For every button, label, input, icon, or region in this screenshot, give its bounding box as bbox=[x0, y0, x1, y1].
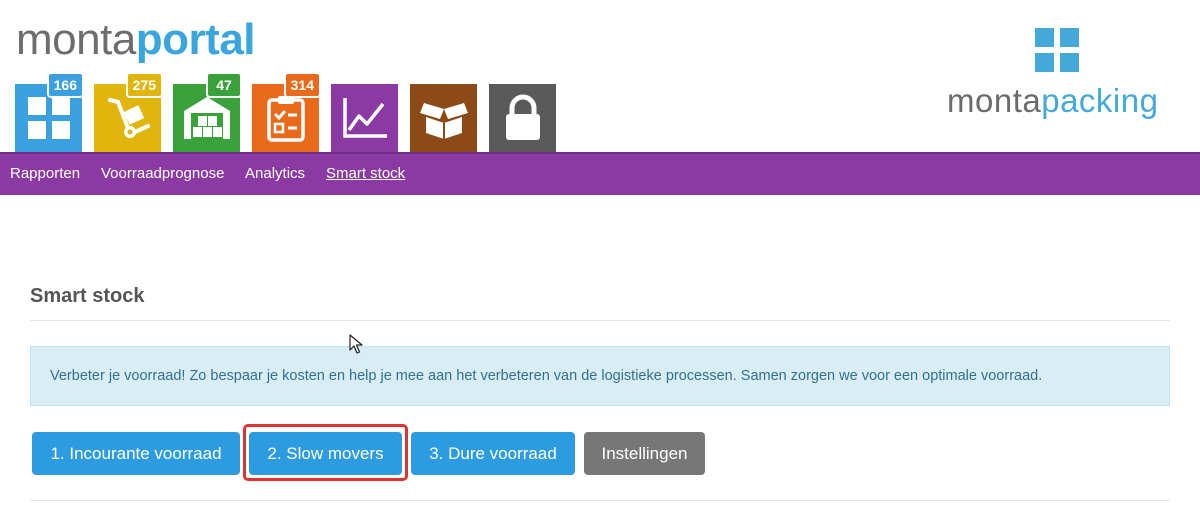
nav-voorraadprognose[interactable]: Voorraadprognose bbox=[101, 165, 224, 182]
brand-text-part1: monta bbox=[947, 82, 1042, 119]
tile-badge: 47 bbox=[206, 72, 242, 98]
montaportal-logo[interactable]: montaportal bbox=[16, 14, 256, 66]
tile-badge: 275 bbox=[125, 72, 163, 98]
brand-squares-icon bbox=[1035, 28, 1083, 76]
nav-analytics[interactable]: Analytics bbox=[245, 165, 305, 182]
montapacking-logo: montapacking bbox=[947, 28, 1172, 128]
highlight-box bbox=[243, 424, 408, 481]
hand-truck-icon bbox=[104, 94, 152, 142]
mouse-cursor-icon bbox=[349, 334, 363, 359]
logo-text-part1: monta bbox=[16, 15, 136, 64]
tile-analytics[interactable] bbox=[331, 84, 398, 152]
tile-shipments[interactable]: 275 bbox=[94, 72, 163, 152]
clipboard-checklist-icon bbox=[266, 94, 306, 142]
tile-orders[interactable]: 314 bbox=[252, 72, 321, 152]
divider bbox=[30, 500, 1170, 501]
tile-account[interactable] bbox=[489, 84, 556, 152]
incourante-voorraad-button[interactable]: 1. Incourante voorraad bbox=[32, 432, 240, 475]
padlock-icon bbox=[503, 94, 543, 142]
open-box-icon bbox=[418, 95, 470, 141]
warehouse-icon bbox=[182, 95, 232, 141]
info-alert: Verbeter je voorraad! Zo bespaar je kost… bbox=[30, 346, 1170, 406]
brand-text-part2: packing bbox=[1041, 82, 1159, 119]
page-title: Smart stock bbox=[30, 285, 145, 307]
nav-smart-stock[interactable]: Smart stock bbox=[326, 165, 405, 182]
dure-voorraad-button[interactable]: 3. Dure voorraad bbox=[411, 432, 575, 475]
nav-rapporten[interactable]: Rapporten bbox=[10, 165, 80, 182]
divider bbox=[30, 320, 1170, 321]
tile-products[interactable] bbox=[410, 84, 477, 152]
sub-navigation: Rapporten Voorraadprognose Analytics Sma… bbox=[0, 152, 1200, 195]
logo-text-part2: portal bbox=[135, 15, 256, 64]
tile-warehouse[interactable]: 47 bbox=[173, 72, 242, 152]
tile-badge: 166 bbox=[46, 72, 84, 98]
tile-badge: 314 bbox=[283, 72, 321, 98]
instellingen-button[interactable]: Instellingen bbox=[584, 432, 705, 475]
line-chart-icon bbox=[341, 96, 389, 140]
tile-dashboard[interactable]: 166 bbox=[15, 72, 84, 152]
dashboard-grid-icon bbox=[27, 97, 70, 139]
